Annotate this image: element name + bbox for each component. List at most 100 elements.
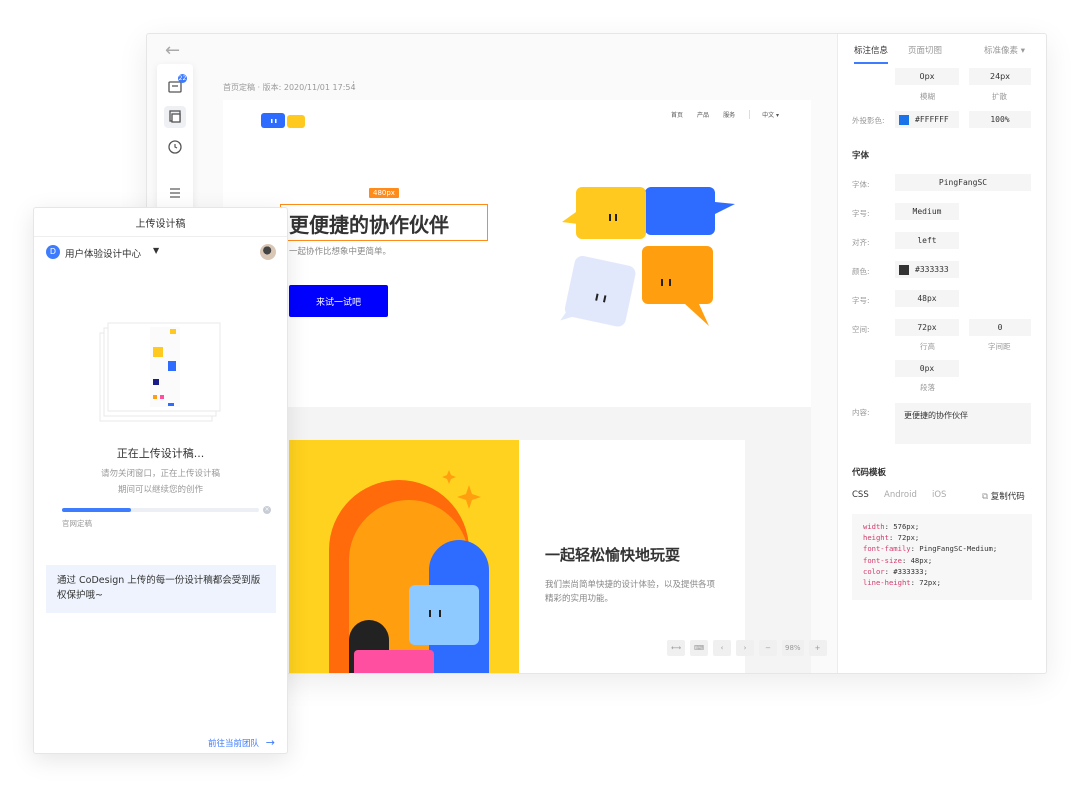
code-line: line-height: 72px; [863,578,941,588]
text-color-hex: #333333 [915,265,949,274]
goto-team-label: 前往当前团队 [208,739,260,749]
font-weight-label: 字号: [852,209,870,218]
line-height-value[interactable]: 72px [895,319,959,336]
upload-file-name: 官网定稿 [62,519,92,528]
arrow-right-icon: → [265,736,275,749]
copy-icon: ⧉ [982,492,991,502]
font-family-value[interactable]: PingFangSC [895,174,1031,191]
breadcrumb: 首页定稿 · 版本: 2020/11/01 17:54 [223,83,356,92]
code-tab-ios[interactable]: iOS [932,490,946,500]
hero-subtitle[interactable]: 一起协作比想象中更简单。 [289,245,391,257]
code-block[interactable]: width: 576px; height: 72px; font-family:… [852,514,1032,600]
upload-hint: 期间可以继续您的创作 [117,485,203,495]
paragraph-value[interactable]: 0px [895,360,959,377]
outer-shadow-label: 外投影色: [852,116,885,125]
nav-item[interactable]: 服务 [723,110,735,119]
hero-title[interactable]: 更便捷的协作伙伴 [289,209,449,238]
design-artboard[interactable]: 首页 产品 服务 中文 ▾ 480px 更便捷的协作伙伴 一起协作比想象中更简单… [223,100,811,673]
cancel-upload-icon[interactable]: × [263,506,271,514]
cta-button[interactable]: 来试一试吧 [289,285,388,317]
inspector-panel: 标注信息 页面切图 标准像素 ▾ 0px 24px 模糊 扩散 外投影色: #F… [837,34,1046,673]
color-swatch [899,114,909,125]
code-line: font-family: PingFangSC-Medium; [863,544,998,554]
code-tab-css[interactable]: CSS [852,490,869,500]
code-section-title: 代码模板 [852,468,887,478]
caret-down-icon[interactable]: ▼ [153,246,159,255]
design-thumbnails [99,322,221,422]
paragraph-label: 段落 [920,383,935,392]
language-select[interactable]: 中文 ▾ [749,110,779,119]
notification-badge: 22 [178,74,187,83]
font-family-label: 字体: [852,180,870,189]
line-height-label: 行高 [920,342,935,351]
feature-card: 一起轻松愉快地玩耍 我们崇尚简单快捷的设计体验，以及提供各项精彩的实用功能。 [289,440,745,673]
divider [34,236,287,237]
outer-shadow-color[interactable]: #FFFFFF [895,111,959,128]
font-size-label: 字号: [852,296,870,305]
team-select[interactable]: 用户体验设计中心 [65,246,141,260]
align-value[interactable]: left [895,232,959,249]
text-color[interactable]: #333333 [895,261,959,278]
outer-shadow-opacity[interactable]: 100% [969,111,1031,128]
inspector-tabs: 标注信息 页面切图 标准像素 ▾ [854,44,1036,66]
hero-section: 首页 产品 服务 中文 ▾ 480px 更便捷的协作伙伴 一起协作比想象中更简单… [223,100,811,407]
shadow-blur-value[interactable]: 0px [895,68,959,85]
zoom-out-button[interactable]: − [759,640,777,656]
back-arrow-icon[interactable]: ← [165,40,180,61]
code-line: height: 72px; [863,533,920,543]
shadow-spread-value[interactable]: 24px [969,68,1031,85]
font-weight-value[interactable]: Medium [895,203,959,220]
letter-spacing-label: 字间距 [988,342,1011,351]
color-label: 颜色: [852,267,870,276]
letter-spacing-value[interactable]: 0 [969,319,1031,336]
font-section-title: 字体 [852,151,870,161]
align-label: 对齐: [852,238,870,247]
upload-panel: 上传设计稿 D 用户体验设计中心 ▼ 正在上传设计稿... 请勿关闭窗口，正在上… [33,207,288,754]
color-swatch [899,264,909,275]
next-page-icon[interactable]: › [736,640,754,656]
shadow-blur-label: 模糊 [920,92,935,101]
upload-panel-title: 上传设计稿 [135,219,186,230]
code-line: font-size: 48px; [863,555,933,565]
artboards-icon[interactable] [164,106,186,128]
font-size-value[interactable]: 48px [895,290,959,307]
shadow-spread-label: 扩散 [992,92,1007,101]
copy-code-label: 复制代码 [990,492,1025,502]
prev-page-icon[interactable]: ‹ [713,640,731,656]
upload-hint: 请勿关闭窗口，正在上传设计稿 [100,469,220,479]
chat-bubbles-illustration [560,187,735,327]
feature-illustration [289,440,519,673]
upload-status: 正在上传设计稿... [116,447,205,460]
fit-width-icon[interactable]: ⟷ [667,640,685,656]
keyboard-icon[interactable]: ⌨ [690,640,708,656]
zoom-controls: ⟷ ⌨ ‹ › − 98% + [667,640,827,656]
code-tab-android[interactable]: Android [884,490,917,500]
dimension-badge: 480px [369,188,399,198]
nav-item[interactable]: 首页 [671,110,683,119]
upload-progress-bar [62,508,259,512]
code-line: width: 576px; [863,522,920,531]
feature-title[interactable]: 一起轻松愉快地玩耍 [545,544,680,565]
logo-icon [261,113,305,128]
nav-item[interactable]: 产品 [697,110,709,119]
user-avatar[interactable] [260,244,276,260]
zoom-level: 98% [782,640,804,656]
outer-shadow-hex: #FFFFFF [915,115,949,124]
upload-progress-fill [62,508,131,512]
code-line: color: #333333; [863,566,928,576]
feature-section: 一起轻松愉快地玩耍 我们崇尚简单快捷的设计体验，以及提供各项精彩的实用功能。 [223,407,811,673]
list-icon[interactable] [164,182,186,204]
active-tab-indicator [854,62,888,64]
tab-annotation[interactable]: 标注信息 [854,44,888,56]
tab-slices[interactable]: 页面切图 [908,44,942,56]
content-label: 内容: [852,408,870,417]
copy-code-button[interactable]: ⧉ 复制代码 [982,490,1025,502]
feature-description[interactable]: 我们崇尚简单快捷的设计体验，以及提供各项精彩的实用功能。 [545,578,720,606]
team-avatar: D [46,245,60,259]
pixel-unit-select[interactable]: 标准像素 ▾ [984,44,1025,56]
content-value[interactable]: 更便捷的协作伙伴 [895,403,1031,444]
goto-team-link[interactable]: 前往当前团队 → [208,736,275,749]
more-icon[interactable]: ⋮ [349,81,358,91]
history-icon[interactable] [164,136,186,158]
zoom-in-button[interactable]: + [808,640,827,656]
